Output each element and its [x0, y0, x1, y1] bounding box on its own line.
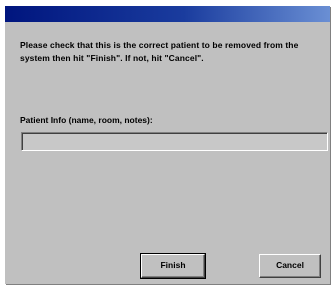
- dialog-titlebar[interactable]: [5, 6, 330, 22]
- cancel-button[interactable]: Cancel: [259, 254, 321, 278]
- finish-button[interactable]: Finish: [140, 253, 206, 279]
- patient-info-label: Patient Info (name, room, notes):: [20, 115, 153, 125]
- remove-patient-dialog: Please check that this is the correct pa…: [5, 6, 330, 284]
- patient-info-field: [21, 132, 328, 151]
- confirmation-message: Please check that this is the correct pa…: [20, 40, 299, 63]
